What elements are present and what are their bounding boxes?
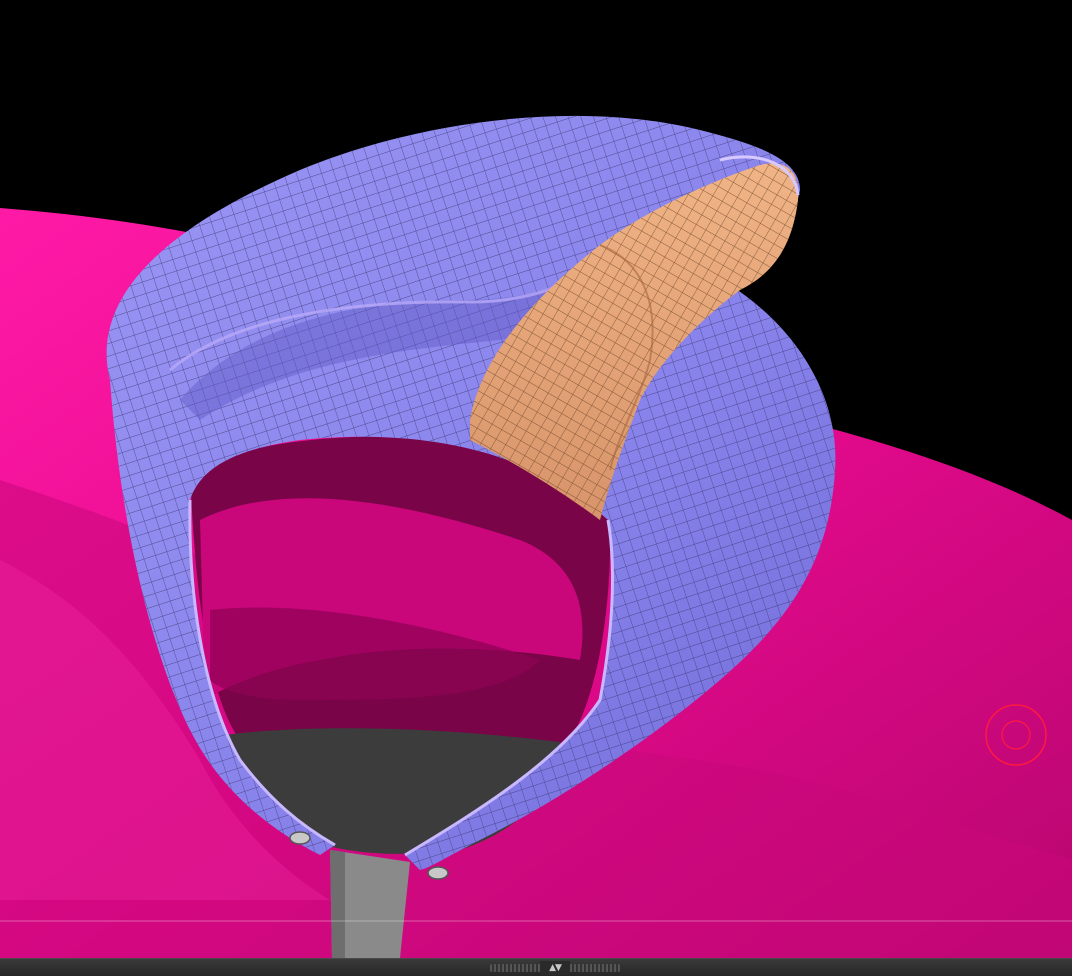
drawstring-grommet-right: [427, 866, 449, 880]
bottom-tray-bar: ▲▼: [0, 958, 1072, 976]
drawstring-grommet-left: [289, 831, 311, 845]
expand-collapse-arrows-icon[interactable]: ▲▼: [540, 961, 570, 975]
zipper-strip-edge: [330, 850, 345, 958]
3d-viewport[interactable]: [0, 0, 1072, 958]
viewport-canvas[interactable]: [0, 0, 1072, 958]
